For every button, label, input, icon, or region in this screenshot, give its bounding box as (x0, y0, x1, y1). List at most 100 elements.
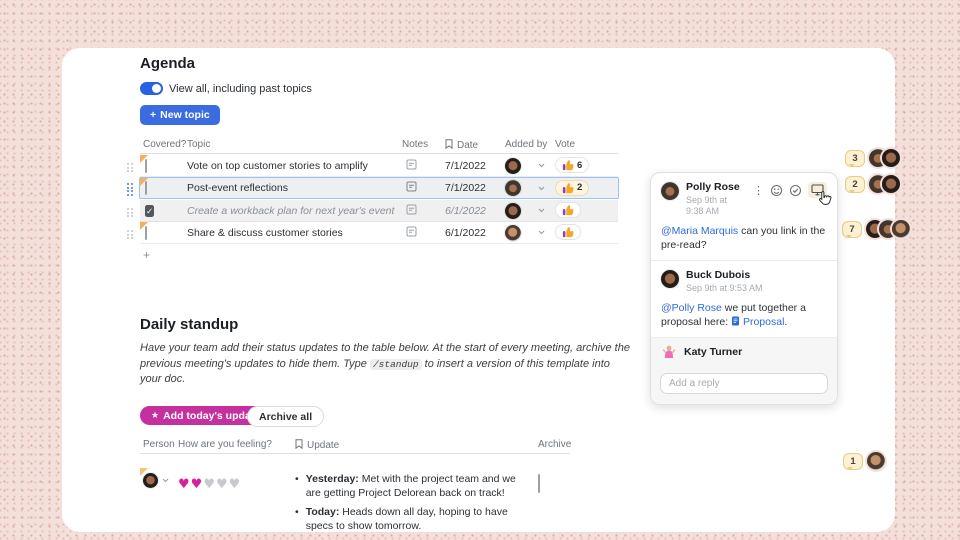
standup-row[interactable]: ♥♥♥♥♥ • Yesterday: Met with the project … (140, 468, 570, 540)
col-notes: Notes (402, 139, 445, 150)
mention-link[interactable]: @Maria Marquis (661, 225, 738, 237)
comment-corner-marker (140, 178, 148, 186)
col-person: Person (140, 439, 178, 450)
note-icon[interactable] (406, 226, 417, 237)
view-all-toggle[interactable] (140, 82, 163, 95)
new-topic-label: New topic (160, 109, 210, 121)
drag-handle[interactable] (127, 183, 133, 196)
table-row[interactable]: ✓ Create a workback plan for next year's… (140, 200, 618, 222)
comment-count-row4[interactable]: 7 (842, 220, 910, 238)
avatar (505, 180, 521, 196)
chevron-down-icon (538, 186, 545, 191)
thumbs-up-icon (562, 182, 574, 194)
katy-avatar (661, 344, 677, 360)
date-cell[interactable]: 7/1/2022 (445, 182, 505, 194)
plus-icon: + (150, 109, 156, 121)
view-all-toggle-label: View all, including past topics (169, 83, 312, 95)
comment: Buck Dubois Sep 9th at 9:53 AM @Polly Ro… (651, 260, 837, 337)
chevron-down-icon (538, 230, 545, 235)
standup-description: Have your team add their status updates … (140, 341, 630, 388)
commenter-avatars (867, 452, 885, 470)
comment-author: Polly Rose (686, 182, 746, 193)
add-reaction-icon[interactable] (770, 184, 783, 197)
commenter-avatars (866, 220, 910, 238)
resolve-check-icon[interactable] (789, 184, 802, 197)
avatar (661, 182, 679, 200)
comment: Polly Rose Sep 9th at 9:38 AM ⋮ (651, 173, 837, 260)
open-in-doc-icon[interactable] (808, 182, 827, 198)
topic-cell[interactable]: Vote on top customer stories to amplify (187, 160, 402, 172)
table-row[interactable]: Vote on top customer stories to amplify … (140, 155, 618, 177)
vote-chip[interactable] (555, 224, 581, 240)
comment-count-row2[interactable]: 2 (845, 175, 900, 193)
comment-count-badge[interactable]: 1 (843, 453, 863, 470)
comment-corner-marker (140, 222, 148, 230)
note-icon[interactable] (406, 181, 417, 192)
vote-chip[interactable]: 6 (555, 157, 589, 173)
archive-all-button[interactable]: Archive all (247, 406, 324, 427)
doc-link-icon (731, 316, 740, 326)
date-cell[interactable]: 6/1/2022 (445, 227, 505, 239)
reply-input[interactable] (660, 373, 828, 394)
chevron-down-icon[interactable] (162, 478, 169, 483)
comment-timestamp: Sep 9th at 9:38 AM (686, 195, 746, 217)
comment-body: @Polly Rose we put together a proposal h… (661, 301, 827, 329)
added-by-cell[interactable] (505, 225, 555, 241)
add-row-button[interactable]: + (143, 248, 150, 262)
toggle-knob (152, 84, 161, 93)
drag-handle[interactable] (127, 208, 133, 217)
table-row-selected[interactable]: Post-event reflections 7/1/2022 2 (139, 177, 619, 199)
topic-cell[interactable]: Share & discuss customer stories (187, 227, 402, 239)
col-feeling: How are you feeling? (178, 439, 295, 450)
reply-area (651, 366, 837, 404)
col-covered: Covered? (140, 139, 187, 150)
comment-count-standup[interactable]: 1 (843, 452, 885, 470)
comment-count-row1[interactable]: 3 (845, 149, 900, 167)
topic-cell[interactable]: Create a workback plan for next year's e… (187, 205, 402, 217)
col-update: Update (295, 438, 530, 451)
comment-count-badge[interactable]: 7 (842, 221, 862, 238)
col-added-by: Added by (505, 139, 555, 150)
comment-timestamp: Sep 9th at 9:53 AM (686, 283, 763, 294)
agenda-title: Agenda (140, 55, 195, 72)
avatar (505, 225, 521, 241)
new-topic-button[interactable]: + New topic (140, 105, 220, 125)
added-by-cell[interactable] (505, 203, 555, 219)
added-by-cell[interactable] (505, 158, 555, 174)
vote-chip[interactable]: 2 (555, 180, 589, 196)
avatar (661, 270, 679, 288)
update-cell[interactable]: • Yesterday: Met with the project team a… (295, 473, 530, 540)
date-cell[interactable]: 6/1/2022 (445, 205, 505, 217)
bookmark-icon (295, 439, 303, 449)
comment-body: @Maria Marquis can you link in the pre-r… (661, 224, 827, 252)
topic-cell[interactable]: Post-event reflections (187, 182, 402, 194)
table-row[interactable]: Share & discuss customer stories 6/1/202… (140, 222, 618, 244)
drag-handle[interactable] (127, 163, 133, 172)
comment-count-badge[interactable]: 2 (845, 176, 865, 193)
vote-count: 6 (577, 160, 582, 171)
comment-corner-marker (140, 155, 148, 163)
mention-link[interactable]: @Polly Rose (661, 302, 722, 314)
standup-table-header: Person How are you feeling? Update Archi… (140, 436, 570, 454)
slash-command: /standup (370, 359, 422, 370)
note-icon[interactable] (406, 159, 417, 170)
avatar (505, 158, 521, 174)
agenda-table-header: Covered? Topic Notes Date Added by Vote (140, 136, 618, 154)
avatar (505, 203, 521, 219)
standup-title: Daily standup (140, 316, 238, 333)
chevron-down-icon (538, 163, 545, 168)
added-by-cell[interactable] (505, 180, 555, 196)
update-bullet: • Today: Heads down all day, hoping to h… (295, 506, 530, 533)
col-topic: Topic (187, 139, 402, 150)
comment-count-badge[interactable]: 3 (845, 150, 865, 167)
kebab-menu-icon[interactable]: ⋮ (753, 184, 764, 197)
drag-handle[interactable] (127, 230, 133, 239)
note-icon[interactable] (406, 204, 417, 215)
date-cell[interactable]: 7/1/2022 (445, 160, 505, 172)
vote-chip[interactable] (555, 202, 581, 218)
feeling-hearts[interactable]: ♥♥♥♥♥ (178, 473, 295, 493)
covered-checkbox[interactable]: ✓ (145, 205, 154, 217)
commenter-avatars (869, 175, 900, 193)
proposal-link[interactable]: Proposal (743, 316, 784, 328)
archive-checkbox[interactable] (538, 474, 540, 493)
